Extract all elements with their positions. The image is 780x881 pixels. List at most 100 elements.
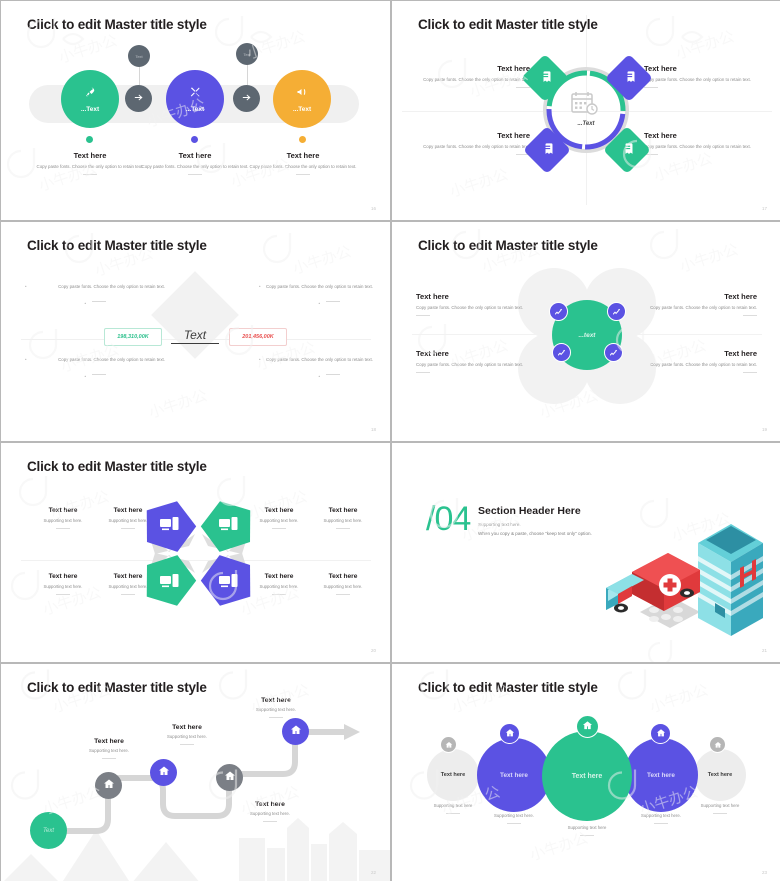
arrow-connector-1 <box>125 85 152 112</box>
bubble-3[interactable]: Text here <box>542 731 632 821</box>
arrow-right-icon <box>133 90 144 108</box>
badge-2[interactable] <box>499 723 520 744</box>
badge-5[interactable] <box>709 736 726 753</box>
bullet-group-bottom-right: • Copy paste fonts. Choose the only opti… <box>259 357 390 391</box>
bubble-2[interactable]: Text here <box>477 738 551 812</box>
caption-heading: Text here <box>264 507 294 514</box>
caption-3: Text here Copy paste fonts. Choose the o… <box>244 151 362 175</box>
section-number: /04 <box>426 500 471 538</box>
block-heading: Text here <box>724 292 757 301</box>
calendar-clock-icon <box>570 91 600 117</box>
step-caption-2: Text here Supporting text here. <box>140 724 234 745</box>
caption-heading: Text here <box>328 507 358 514</box>
step-heading: Text here <box>261 697 291 704</box>
stage-circle-1[interactable]: ...Text <box>61 70 119 128</box>
caption-heading: Text here <box>73 151 107 160</box>
slide-3[interactable]: 小牛办公 小牛办公 小牛办公 小牛办公 小牛办公 Click to edit M… <box>1 222 390 441</box>
bullet-marker: • <box>84 373 87 379</box>
info-block-4: Text here Copy paste fonts. Choose the o… <box>644 131 766 155</box>
block-body: Copy paste fonts. Choose the only option… <box>423 144 530 149</box>
support-body: Supporting text here. <box>494 813 534 818</box>
bubble-4[interactable]: Text here <box>624 738 698 812</box>
mini-bubble-1[interactable]: Text <box>128 45 150 67</box>
chart-node-bl[interactable] <box>552 343 571 362</box>
ring-center-label: ...Text <box>577 121 595 127</box>
divider <box>743 314 757 316</box>
divider <box>516 86 530 88</box>
caption-body: Copy paste fonts. Choose the only option… <box>36 164 144 169</box>
bullet-text: Copy paste fonts. Choose the only option… <box>58 284 165 289</box>
divider <box>325 373 340 375</box>
slide-8[interactable]: 小牛办公 小牛办公 小牛办公 小牛办公 小牛办公 Click to edit M… <box>392 664 780 881</box>
slide-number: 22 <box>370 870 376 875</box>
slide-6[interactable]: 小牛办公 小牛办公 /04 Section Header Here Suppor… <box>392 443 780 662</box>
milestone-node-3[interactable] <box>216 764 243 791</box>
bullet-marker: • <box>259 284 261 289</box>
home-icon <box>714 736 722 754</box>
page-title: Click to edit Master title style <box>418 238 598 253</box>
page-title: Click to edit Master title style <box>27 459 207 474</box>
block-body: Copy paste fonts. Choose the only option… <box>650 305 757 310</box>
page-title: Click to edit Master title style <box>27 680 207 695</box>
bubble-5[interactable]: Text here <box>694 749 746 801</box>
caption-heading: Text here <box>48 573 78 580</box>
slide-number: 23 <box>761 870 767 875</box>
caption-body: Supporting text here. <box>259 518 299 523</box>
badge-1[interactable] <box>440 736 457 753</box>
slide-2[interactable]: 小牛办公 小牛办公 小牛办公 小牛办公 Click to edit Master… <box>392 1 780 220</box>
milestone-node-2[interactable] <box>150 759 177 786</box>
stage-circle-2[interactable]: ...Text <box>166 70 224 128</box>
stage-circle-3[interactable]: ...Text <box>273 70 331 128</box>
bullet-text: Copy paste fonts. Choose the only option… <box>266 284 373 289</box>
divider <box>416 371 430 373</box>
chart-node-br[interactable] <box>604 343 623 362</box>
svg-text:小牛办公: 小牛办公 <box>147 386 210 422</box>
svg-text:小牛办公: 小牛办公 <box>674 27 737 63</box>
info-block-3: Text here Copy paste fonts. Choose the o… <box>416 349 540 373</box>
bullet-marker: • <box>25 357 27 362</box>
bubble-1[interactable]: Text here <box>427 749 479 801</box>
bullet-marker: • <box>25 284 27 289</box>
caption-heading: Text here <box>48 507 78 514</box>
divider <box>121 527 135 529</box>
marker-dot-2 <box>191 136 198 143</box>
stage-label-2: ...Text <box>185 106 205 113</box>
block-body: Copy paste fonts. Choose the only option… <box>644 144 751 149</box>
milestone-node-4[interactable] <box>282 718 309 745</box>
divider <box>713 812 727 814</box>
block-body: Copy paste fonts. Choose the only option… <box>416 305 523 310</box>
caption-3: Text here Supporting text here. <box>243 507 315 529</box>
kpi-left: 198,310,00K <box>104 328 162 346</box>
mini-bubble-2[interactable]: Text <box>236 43 258 65</box>
caption-heading: Text here <box>328 573 358 580</box>
info-block-1: Text here Copy paste fonts. Choose the o… <box>416 292 540 316</box>
step-caption-3: Text here Supporting text here. <box>223 801 317 822</box>
slide-4[interactable]: 小牛办公 小牛办公 小牛办公 小牛办公 小牛办公 Click to edit M… <box>392 222 780 441</box>
slide-7[interactable]: 小牛办公 小牛办公 小牛办公 小牛办公 Click to edit Master… <box>1 664 390 881</box>
slide-5[interactable]: 小牛办公 小牛办公 小牛办公 小牛办公 Click to edit Master… <box>1 443 390 662</box>
block-heading: Text here <box>497 131 530 140</box>
step-caption-4: Text here Supporting text here. <box>229 697 323 718</box>
divider <box>91 300 106 302</box>
chart-line-icon <box>557 344 566 362</box>
chart-node-tl[interactable] <box>549 302 568 321</box>
badge-3[interactable] <box>576 715 599 738</box>
mini-bubble-label: Text <box>135 53 143 59</box>
chart-node-tr[interactable] <box>607 302 626 321</box>
start-circle[interactable]: Text <box>30 812 67 849</box>
divider <box>743 371 757 373</box>
support-2: Supporting text here. <box>469 813 559 824</box>
badge-4[interactable] <box>650 723 671 744</box>
bullet-group-top-left: • Copy paste fonts. Choose the only opti… <box>25 284 165 318</box>
milestone-node-1[interactable] <box>95 772 122 799</box>
bullet-group-top-right: • Copy paste fonts. Choose the only opti… <box>259 284 390 318</box>
block-heading: Text here <box>497 64 530 73</box>
divider <box>446 812 460 814</box>
divider <box>296 173 310 175</box>
caption-6: Text here Supporting text here. <box>92 573 164 595</box>
step-body: Supporting text here. <box>250 811 290 816</box>
caption-body: Supporting text here. <box>108 518 148 523</box>
home-icon <box>290 723 302 741</box>
support-4: Supporting text here. <box>616 813 706 824</box>
slide-1[interactable]: 小牛办公 小牛办公 小牛办公 小牛办公 小牛办公 Click to edit M… <box>1 1 390 220</box>
